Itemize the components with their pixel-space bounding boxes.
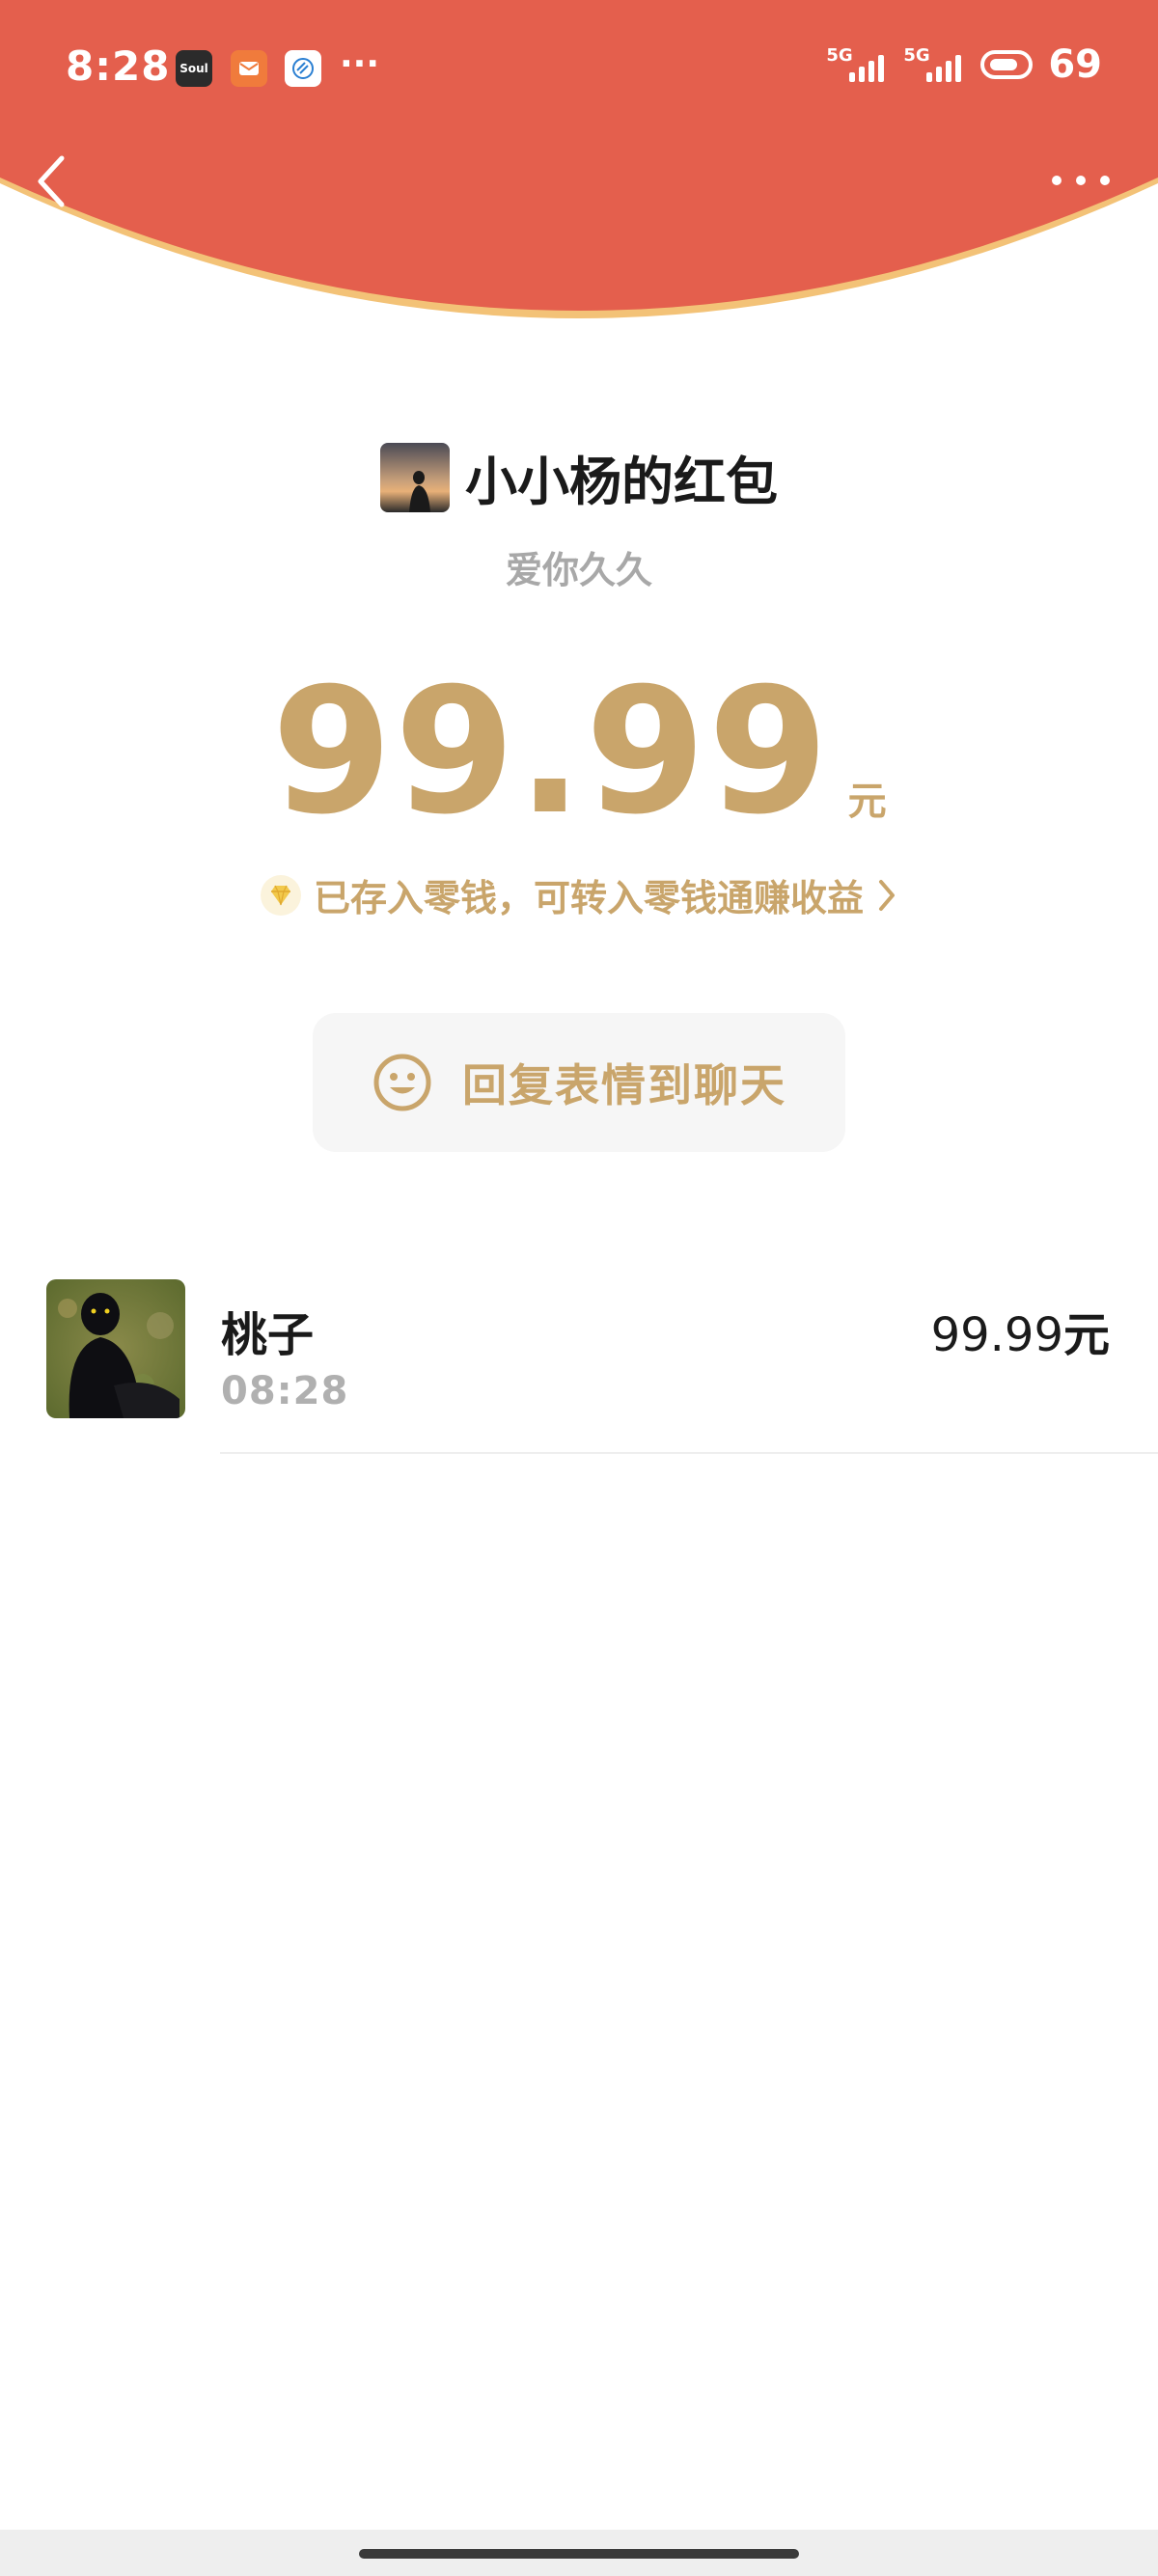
status-time: 8:28 [66, 42, 171, 90]
reply-sticker-button[interactable]: 回复表情到聊天 [313, 1013, 845, 1152]
status-bar: 8:28 Soul ··· 5G 5G 69 [0, 0, 1158, 135]
deposit-text: 已存入零钱，可转入零钱通赚收益 [313, 877, 864, 919]
deposit-link[interactable]: 已存入零钱，可转入零钱通赚收益 [0, 868, 1158, 921]
diamond-icon [260, 874, 301, 916]
amount-display: 99.99 元 [0, 666, 1158, 839]
reply-sticker-label: 回复表情到聊天 [462, 1059, 786, 1111]
amount-value: 99.99 [271, 651, 831, 853]
chevron-right-icon [879, 879, 895, 911]
red-packet-detail-page: 8:28 Soul ··· 5G 5G 69 小小杨的红包 爱你久久 99.99… [0, 0, 1158, 2576]
mail-app-icon [231, 50, 267, 87]
smiley-icon [373, 1054, 431, 1111]
signal-5g-icon: 5G [826, 45, 888, 84]
battery-level: 69 [1048, 42, 1102, 87]
signal-5g-icon-2: 5G [903, 45, 965, 84]
list-divider [220, 1452, 1158, 1454]
back-button[interactable] [33, 154, 71, 208]
chevron-left-icon [38, 155, 65, 207]
battery-icon [980, 50, 1034, 79]
receiver-name: 桃子 [221, 1308, 315, 1362]
receiver-row[interactable]: 桃子 08:28 99.99元 [0, 1279, 1158, 1453]
amount-unit: 元 [847, 780, 887, 824]
home-indicator[interactable] [359, 2549, 799, 2559]
receiver-amount-unit: 元 [1062, 1308, 1110, 1362]
receiver-amount-value: 99.99 [930, 1308, 1063, 1362]
more-notifications-icon: ··· [340, 44, 380, 84]
more-options-button[interactable] [1052, 166, 1110, 195]
sender-avatar[interactable] [380, 442, 450, 512]
receiver-amount: 99.99元 [931, 1297, 1110, 1364]
sender-header: 小小杨的红包 [0, 439, 1158, 515]
receiver-avatar[interactable] [46, 1279, 185, 1418]
status-indicators: 5G 5G 69 [826, 42, 1102, 87]
greeting-message: 爱你久久 [505, 549, 652, 591]
sender-title: 小小杨的红包 [465, 452, 778, 512]
browser-app-icon [285, 50, 321, 87]
receive-time: 08:28 [221, 1369, 349, 1413]
soul-app-icon: Soul [176, 50, 212, 87]
more-dots-icon [1052, 176, 1062, 185]
